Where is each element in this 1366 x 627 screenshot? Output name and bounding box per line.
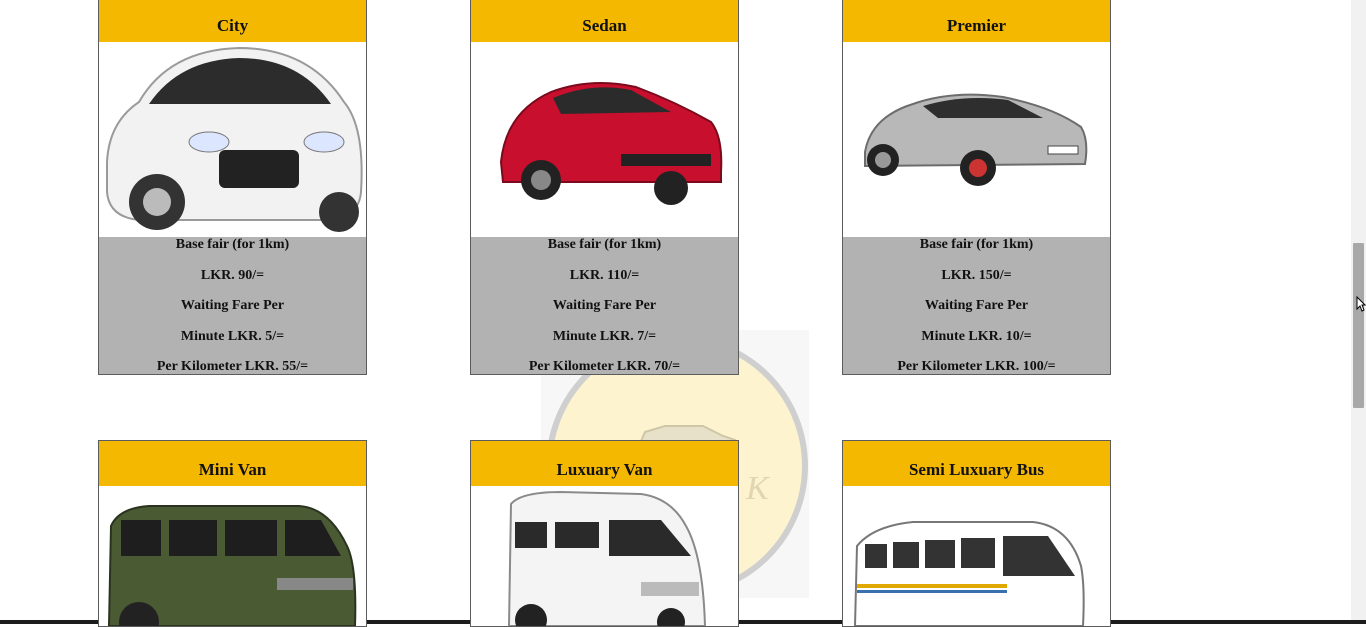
fare-line: Waiting Fare Per bbox=[924, 298, 1029, 314]
mouse-cursor-icon bbox=[1356, 296, 1366, 312]
city-car-image bbox=[99, 42, 366, 237]
premier-car-image bbox=[843, 42, 1110, 237]
card-title: Sedan bbox=[471, 0, 738, 42]
fare-line: Per Kilometer LKR. 70/= bbox=[528, 359, 681, 375]
fare-line: Minute LKR. 5/= bbox=[180, 328, 285, 344]
fare-line: Per Kilometer LKR. 100/= bbox=[897, 359, 1056, 375]
card-title: City bbox=[99, 0, 366, 42]
fare-line: LKR. 150/= bbox=[941, 267, 1012, 283]
fare-line: Waiting Fare Per bbox=[180, 298, 285, 314]
vehicle-card-semi-luxuary-bus[interactable]: Semi Luxuary Bus bbox=[842, 440, 1111, 627]
fare-line: Per Kilometer LKR. 55/= bbox=[156, 359, 309, 375]
fare-line: Base fair (for 1km) bbox=[175, 237, 290, 252]
fare-line: Minute LKR. 7/= bbox=[552, 328, 657, 344]
fare-info: Base fair (for 1km) LKR. 110/= Waiting F… bbox=[471, 237, 738, 374]
fare-line: Minute LKR. 10/= bbox=[921, 328, 1032, 344]
vehicle-card-city[interactable]: City Base fair (for 1km) LKR. 90/= Waiti… bbox=[98, 0, 367, 375]
fare-info: Base fair (for 1km) LKR. 90/= Waiting Fa… bbox=[99, 237, 366, 374]
card-title: Semi Luxuary Bus bbox=[843, 441, 1110, 486]
fare-line: Base fair (for 1km) bbox=[547, 237, 662, 252]
fare-line: Base fair (for 1km) bbox=[919, 237, 1034, 252]
card-title: Mini Van bbox=[99, 441, 366, 486]
vehicle-card-premier[interactable]: Premier Base fair (for 1km) LKR. 150/= W… bbox=[842, 0, 1111, 375]
fare-line: LKR. 90/= bbox=[200, 267, 265, 283]
semi-luxuary-bus-image bbox=[843, 486, 1110, 626]
fare-line: Waiting Fare Per bbox=[552, 298, 657, 314]
fare-line: LKR. 110/= bbox=[569, 267, 640, 283]
vehicle-card-mini-van[interactable]: Mini Van bbox=[98, 440, 367, 627]
fare-info: Base fair (for 1km) LKR. 150/= Waiting F… bbox=[843, 237, 1110, 374]
card-title: Premier bbox=[843, 0, 1110, 42]
card-title: Luxuary Van bbox=[471, 441, 738, 486]
vehicle-card-luxuary-van[interactable]: Luxuary Van bbox=[470, 440, 739, 627]
mini-van-image bbox=[99, 486, 366, 626]
sedan-car-image bbox=[471, 42, 738, 237]
vehicle-card-sedan[interactable]: Sedan Base fair (for 1km) LKR. 110/= Wai… bbox=[470, 0, 739, 375]
scrollbar-thumb[interactable] bbox=[1353, 243, 1364, 408]
luxuary-van-image bbox=[471, 486, 738, 626]
logo-letter: K bbox=[746, 470, 769, 507]
